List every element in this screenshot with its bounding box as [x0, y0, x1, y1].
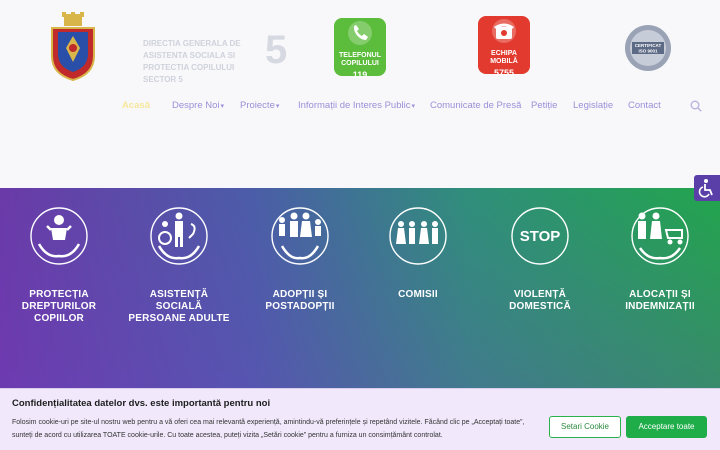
nav-item-contact[interactable]: Contact	[628, 100, 661, 111]
service-label: VIOLENȚĂ DOMESTICĂ	[509, 289, 571, 312]
service-allowances[interactable]: ALOCAȚII ȘI INDEMNIZAȚII	[608, 206, 712, 313]
service-adult-assistance[interactable]: ASISTENȚĂ SOCIALĂ PERSOANE ADULTE	[127, 206, 231, 325]
badge-line1: TELEFONUL	[339, 52, 381, 59]
nav-label: Contact	[628, 100, 661, 111]
service-domestic-violence[interactable]: STOP VIOLENȚĂ DOMESTICĂ	[488, 206, 592, 313]
crest-logo-icon[interactable]	[50, 12, 96, 82]
institution-name: DIRECTIA GENERALA DE ASISTENTA SOCIALA S…	[143, 39, 241, 84]
service-label: ADOPȚII ȘI POSTADOPȚII	[265, 289, 335, 312]
nav-label: Proiecte	[240, 100, 275, 111]
chevron-down-icon: ▾	[411, 103, 415, 110]
service-child-protection[interactable]: PROTECȚIA DREPTURILOR COPIILOR	[7, 206, 111, 325]
service-label: COMISII	[398, 289, 438, 300]
nav-item-informatii[interactable]: Informații de Interes Public▾	[298, 100, 415, 111]
sector-number: 5	[265, 28, 288, 72]
nav-label: Legislație	[573, 100, 614, 111]
nav-label: Informații de Interes Public	[298, 100, 411, 111]
cookie-title: Confidențialitatea datelor dvs. este imp…	[12, 398, 271, 409]
child-phone-badge[interactable]: TELEFONUL COPILULUI 119	[334, 18, 386, 80]
stop-text: STOP	[520, 228, 561, 245]
site-header: DIRECTIA GENERALA DE ASISTENTA SOCIALA S…	[0, 0, 720, 188]
search-icon[interactable]	[690, 100, 702, 112]
main-navigation: Acasă Despre Noi▾ Proiecte▾ Informații d…	[0, 96, 720, 116]
service-adoption[interactable]: ADOPȚII ȘI POSTADOPȚII	[248, 206, 352, 313]
badge-number: 5755	[493, 68, 515, 78]
institution-logo[interactable]: DIRECTIA GENERALA DE ASISTENTA SOCIALA S…	[143, 28, 293, 84]
adult-assistance-icon	[150, 207, 208, 265]
nav-item-proiecte[interactable]: Proiecte▾	[240, 100, 279, 111]
allowances-icon	[631, 207, 689, 265]
accept-all-button[interactable]: Acceptare toate	[626, 416, 707, 438]
nav-label: Acasă	[122, 100, 150, 111]
nav-label: Petiție	[531, 100, 558, 111]
child-protection-icon	[30, 207, 88, 265]
cookie-settings-button[interactable]: Setari Cookie	[549, 416, 621, 438]
mobile-team-badge[interactable]: ECHIPA MOBILĂ 5755	[478, 16, 530, 78]
stop-violence-icon: STOP	[511, 207, 569, 265]
adoption-icon	[271, 207, 329, 265]
cert-line1: CERTIFICAT	[635, 43, 662, 48]
nav-item-comunicate[interactable]: Comunicate de Presă	[430, 100, 521, 111]
committees-icon	[389, 207, 447, 265]
accessibility-button[interactable]	[694, 175, 720, 201]
service-label: ASISTENȚĂ SOCIALĂ PERSOANE ADULTE	[128, 289, 230, 324]
chevron-down-icon: ▾	[275, 103, 280, 110]
wheelchair-icon	[698, 179, 713, 198]
telephone-icon	[492, 19, 516, 43]
nav-label: Comunicate de Presă	[430, 100, 522, 111]
services-hero: PROTECȚIA DREPTURILOR COPIILOR ASISTENȚĂ…	[0, 188, 720, 388]
nav-item-despre-noi[interactable]: Despre Noi▾	[172, 100, 224, 111]
nav-item-petitie[interactable]: Petiție	[531, 100, 557, 111]
chevron-down-icon: ▾	[220, 103, 225, 110]
badge-number: 119	[352, 70, 368, 80]
nav-item-acasa[interactable]: Acasă	[122, 100, 150, 111]
cookie-body: Folosim cookie-uri pe site-ul nostru web…	[12, 419, 525, 439]
nav-label: Despre Noi	[172, 100, 220, 111]
service-label: PROTECȚIA DREPTURILOR COPIILOR	[21, 289, 97, 324]
nav-item-legislatie[interactable]: Legislație	[573, 100, 613, 111]
badge-line1: ECHIPA	[491, 50, 517, 57]
badge-line2: MOBILĂ	[490, 58, 518, 65]
service-committees[interactable]: COMISII	[366, 206, 470, 301]
phone-icon	[348, 21, 372, 45]
iso-certificate-icon: CERTIFICAT ISO 9001	[625, 25, 671, 71]
cert-line2: ISO 9001	[638, 49, 658, 54]
service-label: ALOCAȚII ȘI INDEMNIZAȚII	[625, 289, 695, 312]
badge-line2: COPILULUI	[341, 60, 379, 67]
